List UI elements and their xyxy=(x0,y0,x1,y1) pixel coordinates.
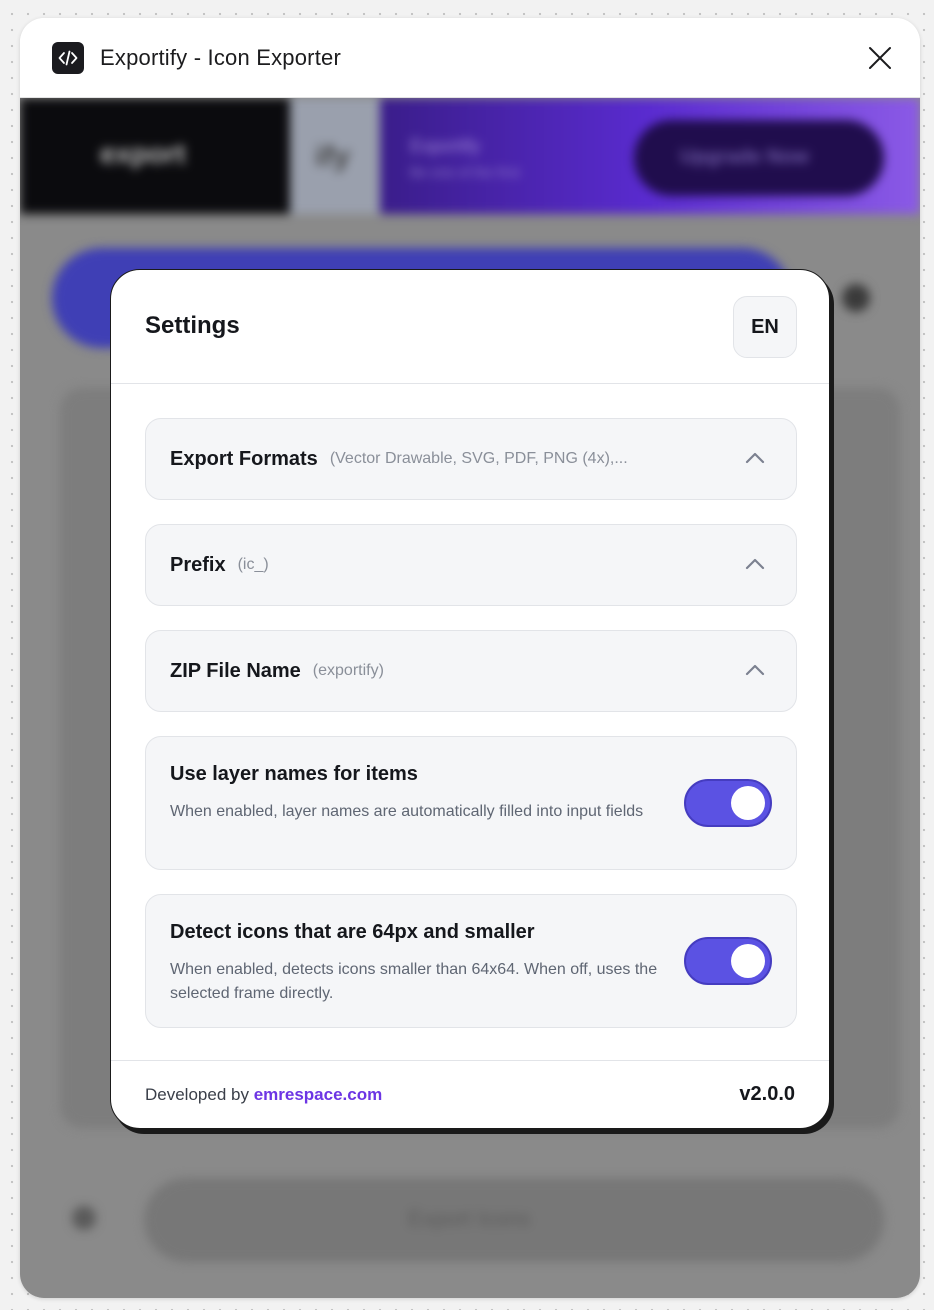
developed-by-label: Developed by xyxy=(145,1085,249,1104)
promo-title: Exportify xyxy=(410,136,481,156)
accordion-prefix[interactable]: Prefix (ic_) xyxy=(145,524,797,606)
bg-settings-icon xyxy=(72,1206,96,1230)
close-icon[interactable] xyxy=(866,44,894,72)
detect-icons-toggle[interactable] xyxy=(684,937,772,985)
modal-header: Settings EN xyxy=(111,270,829,384)
modal-title: Settings xyxy=(145,312,240,339)
promo-subtitle: Be one of the first xyxy=(410,164,520,180)
accordion-zip-file-name[interactable]: ZIP File Name (exportify) xyxy=(145,630,797,712)
setting-detect-small-icons: Detect icons that are 64px and smaller W… xyxy=(145,894,797,1028)
bg-mark-text: ify xyxy=(315,140,351,173)
layer-names-toggle[interactable] xyxy=(684,779,772,827)
accordion-title: ZIP File Name xyxy=(170,659,301,682)
setting-description: When enabled, layer names are automatica… xyxy=(170,803,644,820)
title-bar: Exportify - Icon Exporter xyxy=(20,18,920,98)
accordion-hint: (exportify) xyxy=(312,662,384,679)
chevron-up-icon xyxy=(745,664,765,676)
window-title: Exportify - Icon Exporter xyxy=(100,44,341,70)
accordion-hint: (ic_) xyxy=(237,556,269,573)
accordion-title: Export Formats xyxy=(170,447,318,470)
setting-use-layer-names: Use layer names for items When enabled, … xyxy=(145,736,797,870)
language-button[interactable]: EN xyxy=(733,296,797,358)
toggle-knob xyxy=(731,786,765,820)
bg-brand-text: export xyxy=(100,138,186,169)
accordion-title: Prefix xyxy=(170,553,226,576)
setting-title: Detect icons that are 64px and smaller xyxy=(170,921,535,943)
accordion-hint: (Vector Drawable, SVG, PDF, PNG (4x),... xyxy=(329,450,628,467)
chevron-up-icon xyxy=(745,558,765,570)
settings-modal: Settings EN Export Formats (Vector Drawa… xyxy=(110,269,830,1129)
version-label: v2.0.0 xyxy=(739,1083,795,1105)
developed-by-text: Developed by emrespace.com xyxy=(145,1085,382,1105)
toggle-knob xyxy=(731,944,765,978)
bg-info-icon xyxy=(842,284,870,312)
export-label: Export Icons xyxy=(408,1206,531,1231)
code-icon xyxy=(52,41,84,74)
upgrade-label: Upgrade Now xyxy=(680,146,809,168)
developer-link[interactable]: emrespace.com xyxy=(254,1085,383,1104)
chevron-up-icon xyxy=(745,452,765,464)
setting-description: When enabled, detects icons smaller than… xyxy=(170,961,658,1002)
accordion-export-formats[interactable]: Export Formats (Vector Drawable, SVG, PD… xyxy=(145,418,797,500)
modal-footer: Developed by emrespace.com v2.0.0 xyxy=(111,1060,829,1128)
setting-title: Use layer names for items xyxy=(170,763,418,785)
